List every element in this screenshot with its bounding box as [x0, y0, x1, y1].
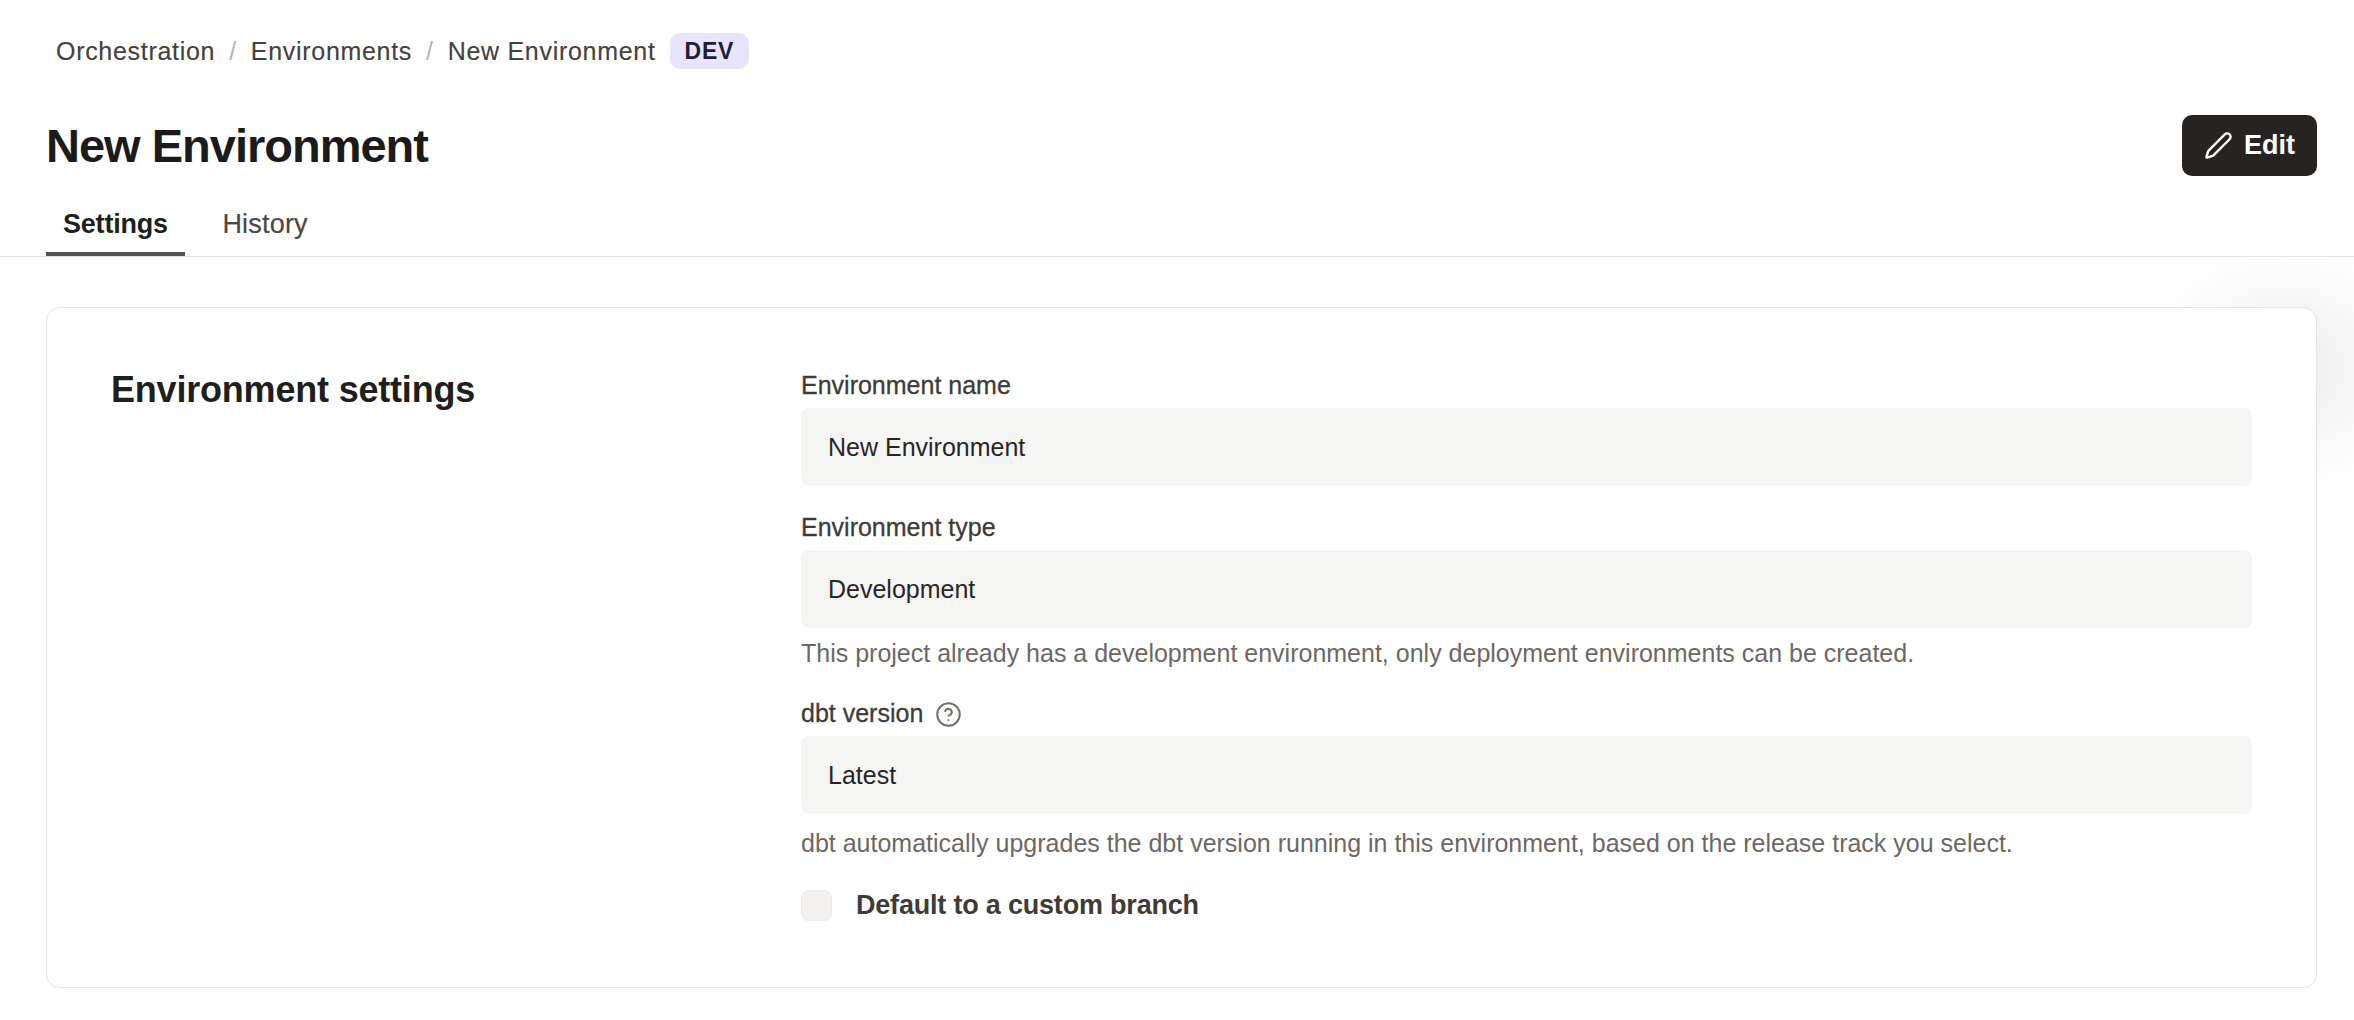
edit-button[interactable]: Edit — [2182, 115, 2317, 176]
environment-type-input[interactable]: Development — [801, 550, 2252, 628]
pencil-icon — [2204, 131, 2233, 160]
environment-name-input[interactable]: New Environment — [801, 408, 2252, 486]
dbt-version-value: Latest — [828, 761, 896, 790]
dbt-version-label-text: dbt version — [801, 696, 923, 730]
environment-settings-card: Environment settings Environment name Ne… — [46, 307, 2317, 988]
environment-type-helper-text: This project already has a development e… — [801, 638, 2252, 668]
breadcrumb: Orchestration / Environments / New Envir… — [56, 33, 2317, 69]
tab-settings[interactable]: Settings — [46, 196, 185, 256]
page-title: New Environment — [46, 117, 428, 175]
dbt-version-field: dbt version Latest dbt automatically upg… — [801, 696, 2252, 858]
custom-branch-label: Default to a custom branch — [856, 890, 1199, 921]
environment-dev-badge: DEV — [670, 33, 750, 69]
page-header: New Environment Edit — [46, 115, 2317, 176]
custom-branch-row: Default to a custom branch — [801, 890, 2252, 921]
edit-button-label: Edit — [2244, 130, 2295, 161]
dbt-version-helper-text: dbt automatically upgrades the dbt versi… — [801, 828, 2252, 858]
custom-branch-checkbox[interactable] — [801, 890, 832, 921]
tab-bar: Settings History — [0, 196, 2354, 257]
environment-type-field: Environment type Development This projec… — [801, 510, 2252, 668]
dbt-version-input[interactable]: Latest — [801, 736, 2252, 814]
environment-settings-page: Orchestration / Environments / New Envir… — [0, 33, 2354, 1020]
help-circle-icon[interactable] — [935, 701, 962, 728]
tab-history[interactable]: History — [205, 196, 324, 256]
breadcrumb-orchestration[interactable]: Orchestration — [56, 37, 215, 66]
environment-name-field: Environment name New Environment — [801, 368, 2252, 486]
environment-name-label: Environment name — [801, 368, 2252, 402]
breadcrumb-separator: / — [229, 37, 237, 66]
dbt-version-label: dbt version — [801, 696, 2252, 730]
environment-settings-heading: Environment settings — [111, 368, 801, 987]
environment-name-value: New Environment — [828, 433, 1025, 462]
breadcrumb-separator: / — [426, 37, 434, 66]
breadcrumb-new-environment[interactable]: New Environment — [448, 37, 656, 66]
environment-type-label: Environment type — [801, 510, 2252, 544]
environment-settings-form: Environment name New Environment Environ… — [801, 368, 2252, 987]
breadcrumb-environments[interactable]: Environments — [251, 37, 412, 66]
environment-type-value: Development — [828, 575, 975, 604]
